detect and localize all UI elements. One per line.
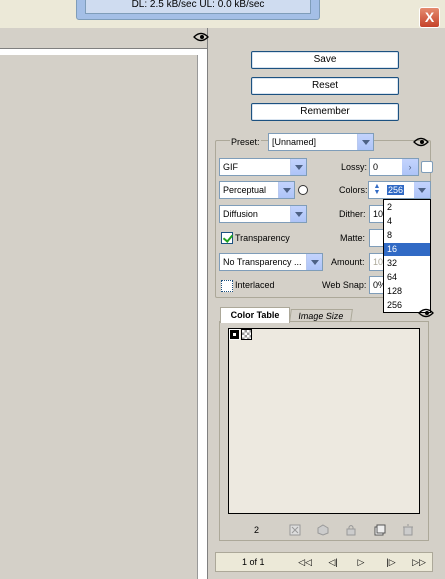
close-button[interactable]: X xyxy=(419,7,440,28)
download-status-text: DL: 2.5 kB/sec UL: 0.0 kB/sec xyxy=(85,0,311,14)
reduction-select[interactable]: Perceptual xyxy=(219,181,295,199)
reduction-value: Perceptual xyxy=(223,185,267,195)
interlaced-checkbox[interactable] xyxy=(221,280,233,292)
transparency-dither-value: No Transparency ... xyxy=(223,257,302,267)
lossy-mask-icon[interactable] xyxy=(421,161,433,173)
page-counter: 1 of 1 xyxy=(242,557,265,567)
dither-value: 10 xyxy=(373,209,384,219)
stepper-icon[interactable]: ▲ ▼ xyxy=(371,183,383,196)
chevron-down-icon xyxy=(278,182,294,198)
lossy-label: Lossy: xyxy=(341,162,368,172)
amount-value: 10 xyxy=(373,257,384,267)
matte-label: Matte: xyxy=(340,233,366,243)
chevron-down-icon xyxy=(414,182,430,198)
chevron-down-icon xyxy=(306,254,322,270)
format-select[interactable]: GIF xyxy=(219,158,307,176)
colors-label: Colors: xyxy=(339,185,368,195)
dither-method-select[interactable]: Diffusion xyxy=(219,205,307,223)
preset-select[interactable]: [Unnamed] xyxy=(268,133,374,151)
eye-icon[interactable] xyxy=(413,136,429,148)
chevron-down-icon xyxy=(290,206,306,222)
reset-button[interactable]: Reset xyxy=(251,77,399,95)
colors-option[interactable]: 2 xyxy=(384,201,430,214)
dither-method-value: Diffusion xyxy=(223,209,258,219)
transparency-dither-select[interactable]: No Transparency ... xyxy=(219,253,323,271)
color-table-grid[interactable] xyxy=(228,328,420,514)
reduction-mask-icon[interactable] xyxy=(298,185,308,195)
preview-canvas[interactable] xyxy=(0,55,198,579)
panel-divider xyxy=(207,28,208,579)
tab-image-size[interactable]: Image Size xyxy=(289,309,353,322)
format-value: GIF xyxy=(223,162,238,172)
colors-option[interactable]: 32 xyxy=(384,257,430,270)
color-swatch-black[interactable] xyxy=(229,329,240,340)
tab-color-table[interactable]: Color Table xyxy=(220,307,290,323)
trash-icon[interactable] xyxy=(402,524,414,536)
lossy-value: 0 xyxy=(373,162,379,172)
new-color-icon[interactable] xyxy=(374,524,386,536)
first-frame-button[interactable]: ◁◁ xyxy=(292,555,318,570)
colors-value: 256 xyxy=(387,185,405,195)
chevron-down-icon xyxy=(290,159,306,175)
colors-select[interactable]: ▲ ▼ 256 xyxy=(368,181,431,199)
lossy-input[interactable]: 0 › xyxy=(369,158,419,176)
chevron-right-icon[interactable]: › xyxy=(402,159,418,175)
color-swatch-transparent[interactable] xyxy=(241,329,252,340)
previous-frame-button[interactable]: ◁| xyxy=(320,555,346,570)
chevron-down-icon xyxy=(357,134,373,150)
colors-dropdown-list[interactable]: 2 4 8 16 32 64 128 256 xyxy=(383,199,431,313)
download-status-box: DL: 2.5 kB/sec UL: 0.0 kB/sec xyxy=(76,0,320,20)
save-button[interactable]: Save xyxy=(251,51,399,69)
next-frame-button[interactable]: |▷ xyxy=(378,555,404,570)
preset-value: [Unnamed] xyxy=(272,137,317,147)
colors-option[interactable]: 64 xyxy=(384,271,430,284)
amount-label: Amount: xyxy=(331,257,365,267)
remember-button[interactable]: Remember xyxy=(251,103,399,121)
play-button[interactable]: ▷ xyxy=(348,555,374,570)
last-frame-button[interactable]: ▷▷ xyxy=(406,555,432,570)
transparency-label: Transparency xyxy=(235,233,290,243)
colors-option[interactable]: 4 xyxy=(384,215,430,228)
web-shift-icon[interactable] xyxy=(317,524,329,536)
eye-icon[interactable] xyxy=(193,31,209,43)
preset-label: Preset: xyxy=(230,137,261,147)
dither-label: Dither: xyxy=(339,209,366,219)
transparency-checkbox[interactable] xyxy=(221,232,233,244)
colors-option[interactable]: 128 xyxy=(384,285,430,298)
lock-icon[interactable] xyxy=(345,524,357,536)
eye-icon[interactable] xyxy=(418,307,434,319)
colors-option[interactable]: 8 xyxy=(384,229,430,242)
map-selected-colors-icon[interactable] xyxy=(289,524,301,536)
colors-option-highlighted[interactable]: 16 xyxy=(384,243,430,256)
web-snap-label: Web Snap: xyxy=(322,280,367,290)
interlaced-label: Interlaced xyxy=(235,280,275,290)
color-count: 2 xyxy=(254,525,260,535)
